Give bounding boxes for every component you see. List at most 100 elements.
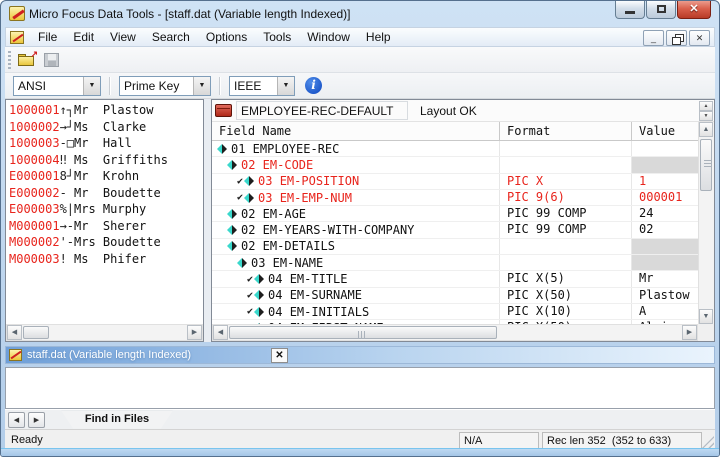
value-cell: A [632, 304, 698, 319]
field-name-cell: ✔03 EM-POSITION [212, 174, 500, 189]
scroll-right-icon[interactable]: ▶ [682, 325, 697, 340]
menu-edit[interactable]: Edit [65, 28, 102, 46]
field-name-cell: 02 EM-DETAILS [212, 239, 500, 254]
scroll-down-icon[interactable]: ▼ [699, 309, 713, 324]
value-cell [632, 255, 698, 270]
format-cell: PIC X(10) [500, 304, 632, 319]
maximize-button[interactable] [646, 1, 676, 19]
record-id: E000001 [9, 169, 60, 183]
menu-file[interactable]: File [30, 28, 65, 46]
check-icon: ✔ [247, 290, 253, 301]
spinner-up-icon[interactable]: ▲ [699, 101, 713, 111]
record-id: 1000001 [9, 103, 60, 117]
mdi-close-button[interactable]: ✕ [689, 30, 710, 46]
table-row[interactable]: 02 EM-DETAILS [212, 239, 698, 255]
title-bar[interactable]: Micro Focus Data Tools - [staff.dat (Var… [1, 1, 719, 27]
table-row[interactable]: 02 EM-YEARS-WITH-COMPANYPIC 99 COMP02 [212, 222, 698, 238]
record-bytes: →┘ [60, 120, 74, 134]
record-row[interactable]: M000001→-Mr Sherer [9, 218, 202, 235]
close-file-button[interactable]: ✕ [271, 348, 288, 363]
record-row[interactable]: M000002'-Mrs Boudette [9, 234, 202, 251]
scroll-right-icon[interactable]: ▶ [187, 325, 202, 340]
table-header: Field Name Format Value [212, 122, 698, 141]
check-icon: ✔ [247, 274, 253, 285]
menu-options[interactable]: Options [198, 28, 255, 46]
record-text: Mrs Murphy [74, 202, 146, 216]
field-name: 04 EM-SURNAME [268, 288, 362, 302]
field-gem-icon [254, 274, 264, 284]
table-hscrollbar[interactable]: ◀ ▶ [212, 324, 698, 341]
field-name-cell: 02 EM-CODE [212, 157, 500, 172]
table-row[interactable]: ✔03 EM-POSITIONPIC X1 [212, 174, 698, 190]
menu-view[interactable]: View [102, 28, 144, 46]
record-list-panel[interactable]: 1000001↑┐Mr Plastow1000002→┘Ms Clarke100… [5, 99, 204, 342]
codeset-combo[interactable]: ANSI▼ [13, 76, 101, 96]
open-file-bar[interactable]: staff.dat (Variable length Indexed) ✕ [5, 346, 715, 364]
scroll-up-icon[interactable]: ▲ [699, 122, 713, 137]
options-toolbar: ANSI▼Prime Key▼IEEE▼ i [5, 73, 715, 99]
scroll-left-icon[interactable]: ◀ [213, 325, 228, 340]
record-row[interactable]: 1000003-□Mr Hall [9, 135, 202, 152]
record-row[interactable]: M000003! Ms Phifer [9, 251, 202, 268]
layout-name-box[interactable]: EMPLOYEE-REC-DEFAULT [236, 101, 408, 120]
table-row[interactable]: ✔04 EM-SURNAMEPIC X(50)Plastow [212, 288, 698, 304]
tab-find-in-files[interactable]: Find in Files [61, 411, 173, 429]
info-icon[interactable]: i [305, 77, 322, 94]
float-format-combo[interactable]: IEEE▼ [229, 76, 295, 96]
field-gem-icon [237, 258, 247, 268]
mdi-restore-button[interactable] [666, 30, 687, 46]
table-row[interactable]: ✔04 EM-INITIALSPIC X(10)A [212, 304, 698, 320]
vscroll-thumb[interactable] [700, 139, 712, 191]
hscroll-thumb[interactable] [229, 326, 497, 339]
toolbar-separator [109, 77, 111, 95]
layout-header: EMPLOYEE-REC-DEFAULT Layout OK ▲ ▼ [212, 100, 714, 122]
record-row[interactable]: E000003%|Mrs Murphy [9, 201, 202, 218]
record-row[interactable]: 1000001↑┐Mr Plastow [9, 102, 202, 119]
record-text: Ms Phifer [74, 252, 146, 266]
tab-scroll-left-icon[interactable]: ◀ [8, 412, 25, 428]
record-list-hscrollbar[interactable]: ◀ ▶ [6, 324, 203, 341]
menu-search[interactable]: Search [144, 28, 198, 46]
save-button[interactable] [39, 49, 63, 71]
column-field-name[interactable]: Field Name [212, 122, 500, 140]
menu-help[interactable]: Help [358, 28, 399, 46]
hscroll-thumb[interactable] [23, 326, 49, 339]
scroll-left-icon[interactable]: ◀ [7, 325, 22, 340]
field-name: 03 EM-POSITION [258, 174, 359, 188]
table-row[interactable]: 03 EM-NAME [212, 255, 698, 271]
toolbar-grip[interactable] [8, 51, 11, 69]
record-id: M000003 [9, 252, 60, 266]
key-combo-value: Prime Key [120, 79, 193, 93]
value-cell [632, 157, 698, 172]
record-row[interactable]: E0000018┘Mr Krohn [9, 168, 202, 185]
table-row[interactable]: ✔04 EM-TITLEPIC X(5)Mr [212, 271, 698, 287]
minimize-button[interactable] [615, 1, 645, 19]
float-format-combo-value: IEEE [230, 79, 277, 93]
table-row[interactable]: 02 EM-AGEPIC 99 COMP24 [212, 206, 698, 222]
column-format[interactable]: Format [500, 122, 632, 140]
record-row[interactable]: 1000002→┘Ms Clarke [9, 119, 202, 136]
document-app-icon[interactable] [10, 31, 24, 44]
chevron-down-icon[interactable]: ▼ [277, 77, 294, 95]
spinner-down-icon[interactable]: ▼ [699, 111, 713, 121]
table-row[interactable]: 01 EMPLOYEE-REC [212, 141, 698, 157]
column-value[interactable]: Value [632, 122, 698, 140]
open-file-button[interactable]: ↗ [15, 49, 39, 71]
record-row[interactable]: E000002- Mr Boudette [9, 185, 202, 202]
table-row[interactable]: 02 EM-CODE [212, 157, 698, 173]
key-combo[interactable]: Prime Key▼ [119, 76, 211, 96]
record-row[interactable]: 1000004‼ Ms Griffiths [9, 152, 202, 169]
table-row[interactable]: ✔03 EM-EMP-NUMPIC 9(6)000001 [212, 190, 698, 206]
field-name: 02 EM-CODE [241, 158, 313, 172]
chevron-down-icon[interactable]: ▼ [83, 77, 100, 95]
tab-scroll-right-icon[interactable]: ▶ [28, 412, 45, 428]
find-results-panel[interactable] [5, 367, 715, 409]
table-vscrollbar[interactable]: ▲ ▼ [698, 122, 714, 324]
record-bytes: →- [60, 219, 74, 233]
chevron-down-icon[interactable]: ▼ [193, 77, 210, 95]
close-button[interactable]: ✕ [677, 1, 711, 19]
mdi-minimize-button[interactable]: _ [643, 30, 664, 46]
menu-tools[interactable]: Tools [255, 28, 299, 46]
menu-window[interactable]: Window [299, 28, 358, 46]
value-cell: Plastow [632, 288, 698, 303]
